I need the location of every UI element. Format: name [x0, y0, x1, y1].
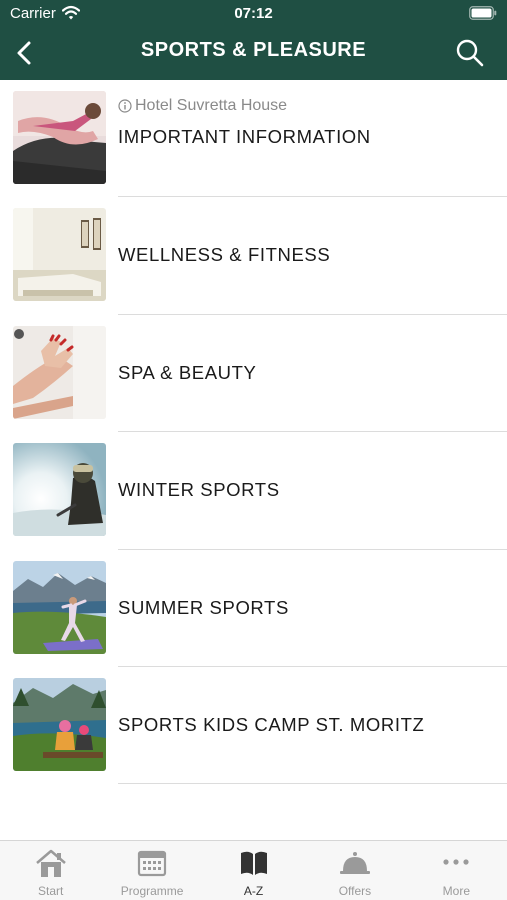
list-item-summer-sports[interactable]: SUMMER SPORTS [0, 550, 507, 667]
calendar-icon [138, 850, 167, 877]
yoga-stretch-photo [13, 91, 106, 184]
app-header: Carrier 07:12 SPORTS & PLEASURE [0, 0, 507, 80]
tab-label: Offers [338, 884, 372, 898]
hotel-subtitle-text: Hotel Suvretta House [135, 97, 288, 114]
tab-bar: Start Programme A-Z Offers More [0, 840, 507, 900]
tab-offers[interactable]: Offers [304, 841, 405, 900]
search-button[interactable] [453, 36, 487, 70]
status-bar: Carrier 07:12 [0, 0, 507, 28]
skier-sunlight-photo [13, 443, 106, 537]
status-time: 07:12 [234, 5, 273, 22]
item-label: WINTER SPORTS [118, 479, 280, 501]
back-button[interactable] [8, 36, 42, 70]
list-item-important-information[interactable]: Hotel Suvretta House IMPORTANT INFORMATI… [0, 80, 507, 198]
hand-massage-photo [13, 325, 106, 419]
kids-lake-photo [13, 677, 106, 771]
battery-icon [469, 6, 497, 20]
category-list: Hotel Suvretta House IMPORTANT INFORMATI… [0, 80, 507, 785]
tab-label: More [442, 884, 470, 898]
page-title: SPORTS & PLEASURE [140, 39, 367, 61]
item-label: SUMMER SPORTS [118, 596, 289, 618]
info-icon [118, 99, 132, 113]
item-label: SPA & BEAUTY [118, 361, 257, 383]
item-label: SPORTS KIDS CAMP ST. MORITZ [118, 713, 425, 735]
home-icon [35, 849, 66, 877]
item-label: WELLNESS & FITNESS [118, 244, 331, 266]
tab-more[interactable]: More [406, 841, 507, 900]
hotel-subtitle: Hotel Suvretta House [118, 97, 287, 115]
tab-a-z[interactable]: A-Z [203, 841, 304, 900]
book-icon [240, 851, 267, 875]
tab-label: Start [38, 884, 64, 898]
list-item-winter-sports[interactable]: WINTER SPORTS [0, 432, 507, 550]
list-item-wellness-fitness[interactable]: WELLNESS & FITNESS [0, 197, 507, 315]
list-item-sports-kids-camp[interactable]: SPORTS KIDS CAMP ST. MORITZ [0, 667, 507, 785]
more-dots-icon [443, 859, 469, 865]
treatment-room-photo [13, 208, 106, 302]
tab-label: Programme [120, 884, 184, 898]
tab-start[interactable]: Start [0, 841, 101, 900]
mountain-yoga-photo [13, 560, 106, 654]
service-bell-icon [339, 852, 370, 874]
list-item-spa-beauty[interactable]: SPA & BEAUTY [0, 315, 507, 433]
item-label: IMPORTANT INFORMATION [118, 126, 371, 147]
tab-programme[interactable]: Programme [101, 841, 202, 900]
tab-label: A-Z [243, 884, 264, 898]
navigation-bar: SPORTS & PLEASURE [0, 28, 507, 80]
divider [118, 783, 507, 785]
